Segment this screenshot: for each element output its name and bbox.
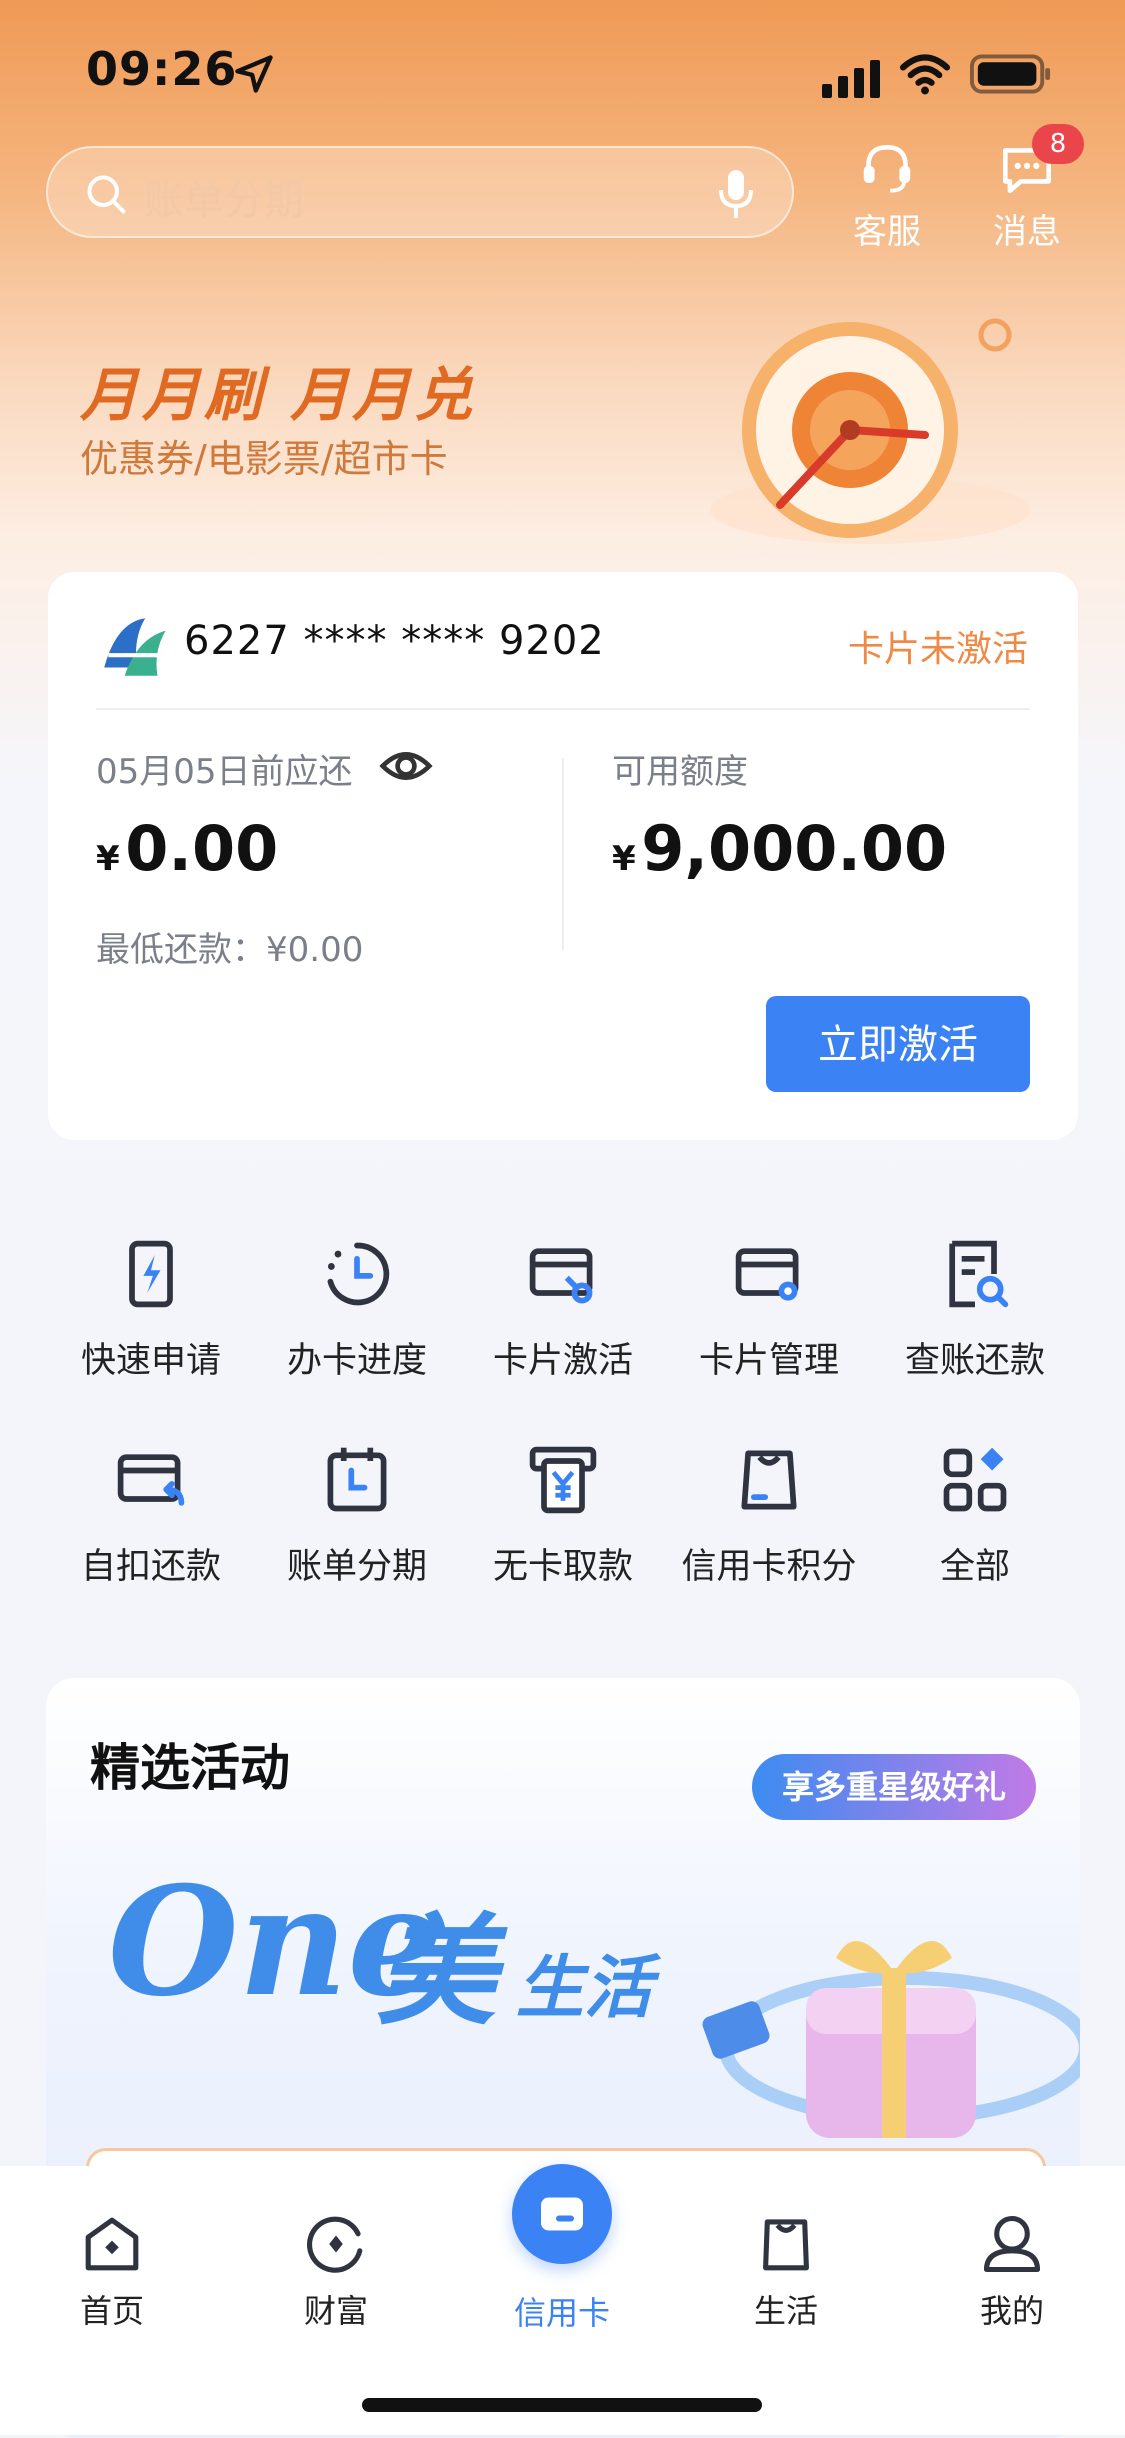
service-card-management[interactable]: 卡片管理 <box>666 1236 872 1383</box>
service-label: 查账还款 <box>904 1341 1045 1381</box>
compass-clock-illustration <box>710 318 1030 544</box>
available-credit: ¥ 9,000.00 <box>612 812 947 885</box>
messages-label: 消息 <box>993 212 1061 252</box>
tab-life[interactable]: 生活 <box>696 2210 876 2332</box>
service-bill-repayment[interactable]: 查账还款 <box>872 1236 1078 1383</box>
card-settings-icon <box>735 1248 799 1301</box>
bank-logo <box>104 618 166 676</box>
available-credit-value: 9,000.00 <box>641 812 948 885</box>
wallet-card-icon <box>541 2197 583 2231</box>
due-date-label: 05月05日前应还 <box>96 752 353 792</box>
wealth-icon <box>307 2216 363 2273</box>
message-count-badge: 8 <box>1032 124 1084 164</box>
service-label: 卡片激活 <box>492 1341 633 1381</box>
available-credit-label: 可用额度 <box>612 752 748 792</box>
service-auto-repayment[interactable]: 自扣还款 <box>48 1442 254 1589</box>
brand-mei: 美 <box>376 1903 496 2042</box>
phone-flash-icon <box>129 1240 173 1308</box>
banner-subtitle[interactable]: 优惠券/电影票/超市卡 <box>80 428 448 483</box>
tab-label: 我的 <box>979 2292 1044 2330</box>
due-amount-value: 0.00 <box>125 812 279 885</box>
credit-card-tab-circle[interactable] <box>512 2164 612 2264</box>
shopping-bag-icon <box>763 2219 809 2271</box>
battery-icon <box>970 54 1051 94</box>
card-status: 卡片未激活 <box>847 629 1028 670</box>
tab-credit-card[interactable]: 信用卡 <box>472 2280 652 2334</box>
grid-all-icon <box>943 1447 1007 1512</box>
due-amount: ¥ 0.00 <box>96 812 278 885</box>
messages-button[interactable]: 8 消息 <box>972 124 1084 253</box>
customer-service-button[interactable]: 客服 <box>832 138 942 253</box>
banner-title[interactable]: 月月刷 月月兑 <box>80 348 476 432</box>
service-label: 卡片管理 <box>698 1341 839 1381</box>
service-cardless-withdrawal[interactable]: 无卡取款 <box>460 1442 666 1589</box>
card-key-icon <box>529 1248 593 1304</box>
service-label: 自扣还款 <box>80 1547 221 1587</box>
service-label: 账单分期 <box>286 1547 427 1587</box>
tab-home[interactable]: 首页 <box>22 2210 202 2332</box>
headset-icon <box>863 144 911 193</box>
search-icon <box>87 175 126 214</box>
service-label: 全部 <box>939 1547 1010 1587</box>
activate-now-button[interactable]: 立即激活 <box>766 996 1030 1092</box>
card-number: 6227 **** **** 9202 <box>184 618 605 664</box>
bill-search-icon <box>949 1240 1009 1308</box>
tab-label: 生活 <box>753 2292 818 2330</box>
star-gifts-pill[interactable]: 享多重星级好礼 <box>751 1754 1036 1820</box>
cellular-signal-icon <box>822 60 880 98</box>
vertical-divider <box>562 758 564 950</box>
eye-icon[interactable] <box>378 738 434 794</box>
credit-card-panel[interactable]: 6227 **** **** 9202 卡片未激活 05月05日前应还 ¥ 0.… <box>48 572 1078 1140</box>
home-indicator <box>362 2398 762 2412</box>
service-label: 办卡进度 <box>286 1341 427 1381</box>
home-icon <box>85 2217 139 2271</box>
card-return-icon <box>117 1454 185 1506</box>
service-credit-points[interactable]: 信用卡积分 <box>666 1442 872 1589</box>
tab-wealth[interactable]: 财富 <box>246 2210 426 2332</box>
search-bar[interactable]: 账单分期 <box>46 146 794 238</box>
brand-life: 生活 <box>516 1949 653 2028</box>
due-currency: ¥ <box>96 839 120 879</box>
minimum-payment: 最低还款：¥0.00 <box>96 930 364 970</box>
service-all[interactable]: 全部 <box>872 1442 1078 1589</box>
wifi-icon <box>899 54 951 95</box>
progress-clock-icon <box>327 1242 390 1306</box>
status-time: 09:26 <box>86 42 238 96</box>
calendar-icon <box>327 1447 387 1512</box>
service-installment[interactable]: 账单分期 <box>254 1442 460 1589</box>
service-label: 快速申请 <box>80 1341 221 1381</box>
activities-title: 精选活动 <box>90 1739 290 1797</box>
tab-mine[interactable]: 我的 <box>922 2210 1102 2332</box>
location-arrow-icon <box>235 55 273 93</box>
service-quick-apply[interactable]: 快速申请 <box>48 1236 254 1383</box>
service-label: 无卡取款 <box>492 1547 633 1587</box>
search-input[interactable]: 账单分期 <box>144 168 304 226</box>
bag-icon <box>741 1450 797 1510</box>
customer-service-label: 客服 <box>853 212 921 252</box>
service-application-progress[interactable]: 办卡进度 <box>254 1236 460 1383</box>
available-currency: ¥ <box>612 839 636 879</box>
tab-label: 首页 <box>79 2292 144 2330</box>
service-label: 信用卡积分 <box>681 1547 857 1587</box>
tab-label: 信用卡 <box>513 2294 610 2332</box>
tab-label: 财富 <box>303 2292 368 2330</box>
service-card-activation[interactable]: 卡片激活 <box>460 1236 666 1383</box>
card-divider <box>96 708 1030 710</box>
microphone-icon[interactable] <box>716 168 756 220</box>
atm-yuan-icon <box>529 1446 597 1514</box>
user-icon <box>983 2215 1041 2273</box>
